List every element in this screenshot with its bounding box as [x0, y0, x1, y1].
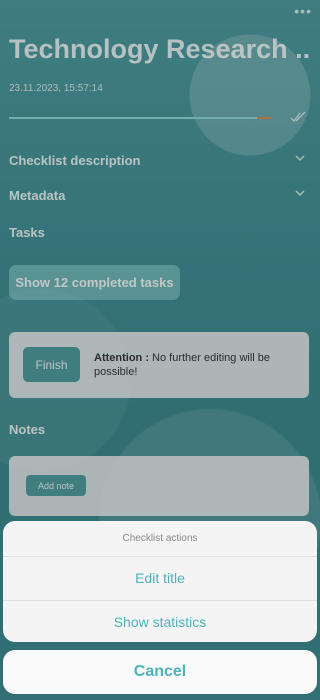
cancel-button[interactable]: Cancel [3, 650, 317, 694]
show-statistics-action[interactable]: Show statistics [3, 601, 317, 642]
edit-title-action[interactable]: Edit title [3, 557, 317, 601]
action-sheet-title: Checklist actions [3, 521, 317, 557]
action-sheet: Checklist actions Edit title Show statis… [3, 521, 317, 642]
